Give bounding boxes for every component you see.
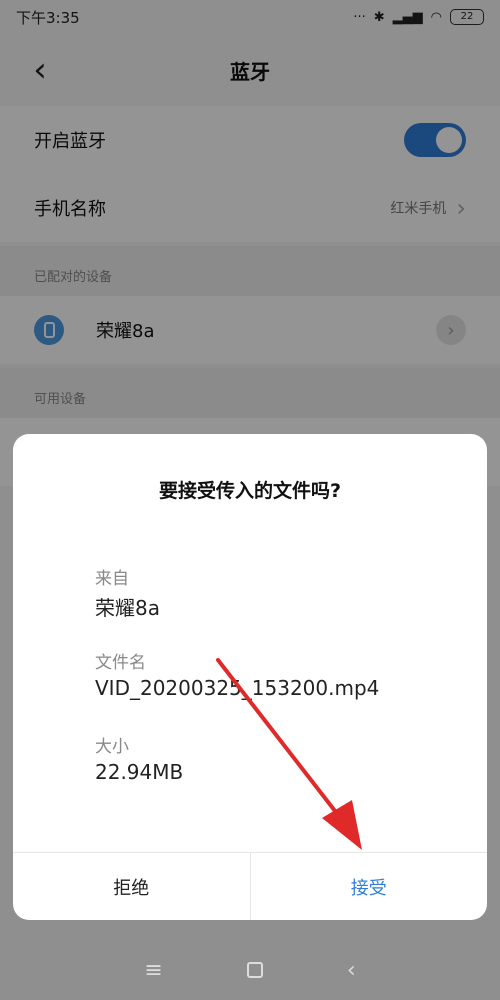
from-value: 荣耀8a bbox=[95, 596, 160, 620]
filename-value: VID_20200325_153200.mp4 bbox=[95, 676, 380, 700]
accept-button[interactable]: 接受 bbox=[251, 853, 488, 920]
home-icon[interactable] bbox=[246, 962, 263, 978]
size-value: 22.94MB bbox=[95, 760, 184, 784]
incoming-file-dialog: 要接受传入的文件吗? 来自 荣耀8a 文件名 VID_20200325_1532… bbox=[13, 434, 487, 920]
system-nav-bar: ≡ ‹ bbox=[0, 940, 500, 1000]
dialog-buttons: 拒绝 接受 bbox=[13, 852, 487, 920]
menu-icon[interactable]: ≡ bbox=[144, 958, 162, 983]
filename-label: 文件名 bbox=[95, 653, 146, 673]
dialog-title: 要接受传入的文件吗? bbox=[158, 480, 342, 502]
size-label: 大小 bbox=[95, 737, 129, 757]
reject-button[interactable]: 拒绝 bbox=[13, 853, 251, 920]
back-icon[interactable]: ‹ bbox=[347, 958, 356, 983]
from-label: 来自 bbox=[95, 569, 129, 589]
